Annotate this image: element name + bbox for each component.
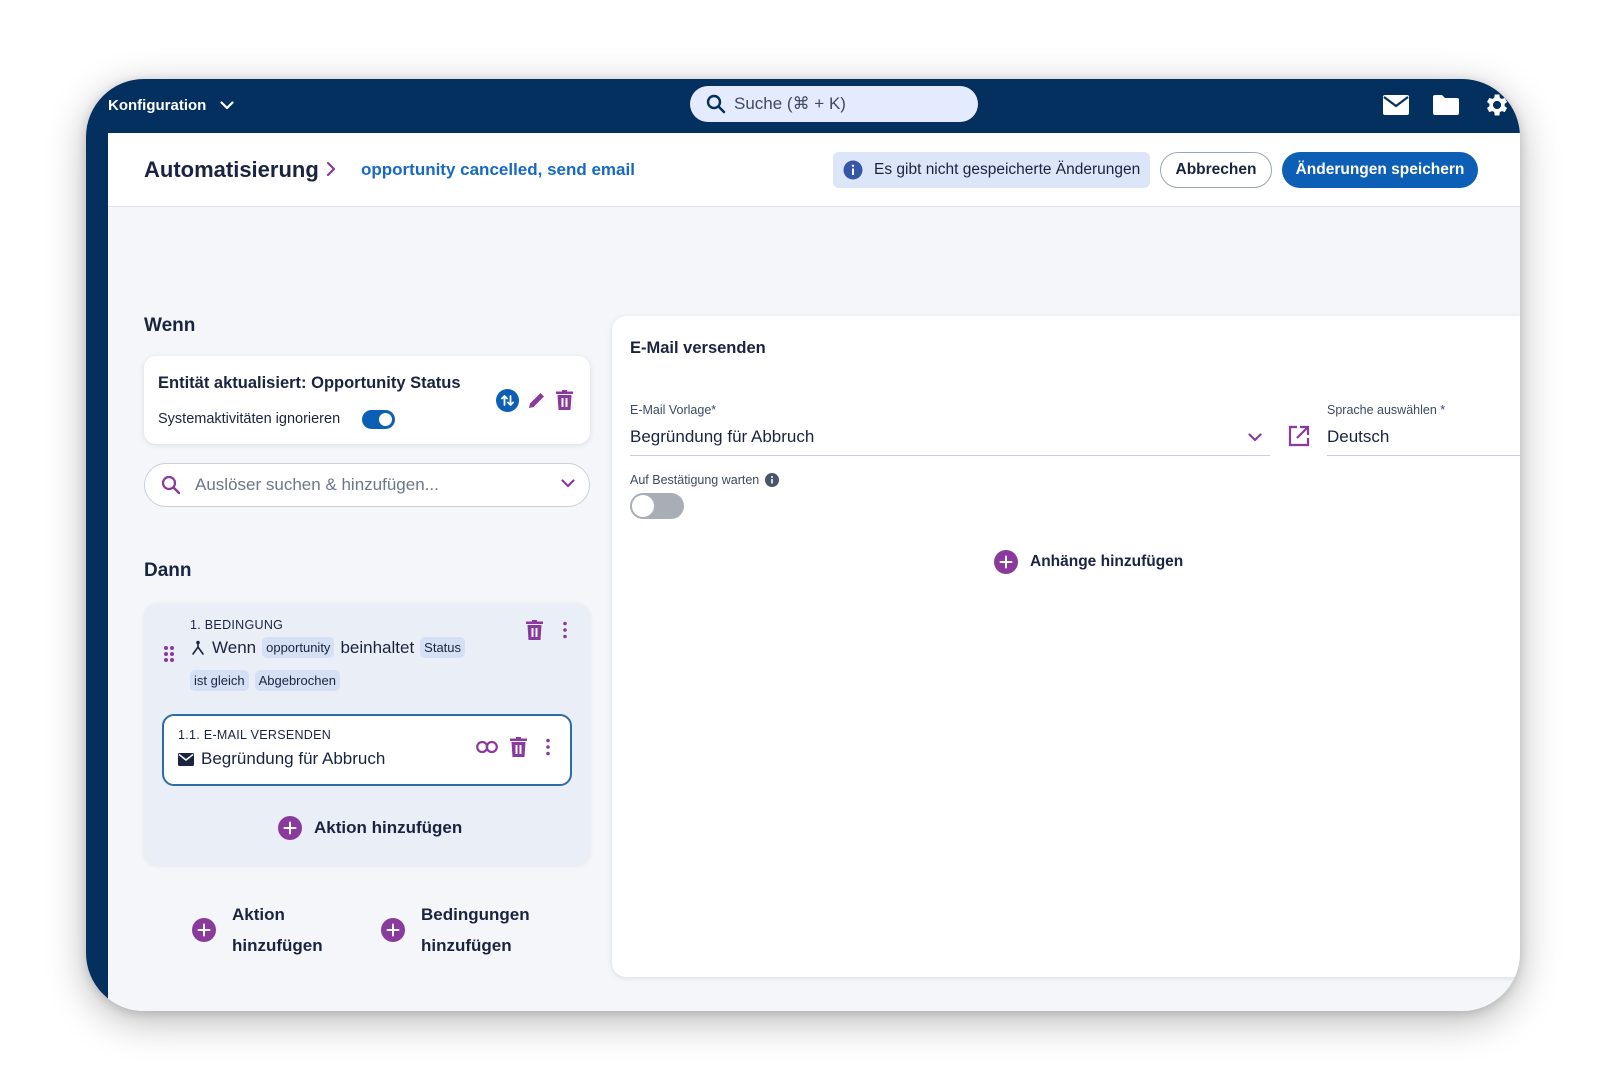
chevron-down-icon[interactable] — [561, 479, 575, 488]
page-header: Automatisierung opportunity cancelled, s… — [108, 133, 1520, 207]
plus-circle-icon — [994, 550, 1018, 574]
chevron-down-icon[interactable] — [1248, 433, 1262, 442]
template-select[interactable]: Begründung für Abbruch — [630, 427, 1270, 455]
language-label: Sprache auswählen * — [1327, 403, 1446, 417]
drag-handle-icon[interactable] — [163, 645, 175, 668]
open-external-icon[interactable] — [1288, 425, 1310, 447]
unsaved-changes-notice: Es gibt nicht gespeicherte Änderungen — [833, 152, 1151, 188]
trigger-title: Entität aktualisiert: Opportunity Status — [158, 374, 461, 392]
trigger-search-input[interactable] — [195, 475, 545, 495]
breadcrumb-current[interactable]: opportunity cancelled, send email — [361, 160, 635, 180]
main-content: Automatisierung opportunity cancelled, s… — [108, 133, 1520, 1011]
folder-icon[interactable] — [1432, 94, 1460, 116]
trash-icon[interactable] — [556, 390, 573, 410]
configuration-menu[interactable]: Konfiguration — [108, 97, 234, 114]
condition-word-contains: beinhaltet — [340, 637, 415, 657]
add-action-inner-button[interactable]: Aktion hinzufügen — [278, 816, 462, 840]
left-rail — [86, 133, 108, 1011]
language-select[interactable]: Deutsch — [1327, 427, 1517, 455]
template-label: E-Mail Vorlage* — [630, 403, 717, 417]
action-number: 1.1. E-MAIL VERSENDEN — [178, 728, 332, 742]
add-condition-label-2: hinzufügen — [421, 936, 512, 955]
search-icon — [706, 94, 726, 114]
condition-operator-chip[interactable]: ist gleich — [190, 670, 249, 691]
plus-circle-icon — [278, 816, 302, 840]
trash-icon[interactable] — [510, 737, 527, 757]
add-attachments-button[interactable]: Anhänge hinzufügen — [994, 550, 1183, 574]
condition-block: 1. BEDINGUNG Wenn opportunity beinhaltet… — [144, 603, 590, 865]
add-attachments-label: Anhänge hinzufügen — [1030, 553, 1184, 570]
edit-icon[interactable] — [526, 390, 547, 411]
link-icon[interactable] — [476, 740, 498, 754]
add-action-label-2: hinzufügen — [232, 936, 323, 955]
then-section-title: Dann — [144, 560, 192, 581]
global-search-input[interactable] — [734, 94, 954, 114]
more-options-icon[interactable] — [545, 738, 551, 756]
plus-circle-icon — [192, 918, 216, 942]
condition-entity-chip[interactable]: opportunity — [262, 637, 335, 658]
cancel-button[interactable]: Abbrechen — [1160, 152, 1272, 188]
condition-expression: Wenn opportunity beinhaltet Status — [190, 637, 466, 658]
condition-word-if: Wenn — [212, 637, 257, 657]
global-search[interactable] — [690, 86, 978, 122]
chevron-down-icon — [220, 101, 234, 110]
add-condition-label-1: Bedingungen — [421, 905, 530, 924]
ignore-system-toggle[interactable] — [362, 410, 395, 429]
chevron-right-icon — [326, 161, 336, 177]
unsaved-changes-text: Es gibt nicht gespeicherte Änderungen — [874, 161, 1141, 178]
template-underline — [630, 455, 1270, 456]
mail-icon[interactable] — [1382, 94, 1410, 116]
gear-icon[interactable] — [1482, 91, 1510, 119]
condition-number: 1. BEDINGUNG — [190, 618, 284, 632]
info-icon[interactable] — [765, 473, 780, 487]
page-title: Automatisierung — [144, 157, 319, 182]
wait-confirmation-label: Auf Bestätigung warten — [630, 473, 760, 487]
add-action-inner-label: Aktion hinzufügen — [314, 818, 463, 837]
trigger-card: Entität aktualisiert: Opportunity Status… — [144, 356, 590, 444]
sort-icon[interactable] — [496, 389, 519, 412]
configuration-menu-label: Konfiguration — [108, 97, 207, 114]
wait-confirmation-row: Auf Bestätigung warten — [630, 473, 780, 487]
email-action-card[interactable]: 1.1. E-MAIL VERSENDEN Begründung für Abb… — [162, 714, 572, 786]
ignore-system-label: Systemaktivitäten ignorieren — [158, 411, 341, 427]
plus-circle-icon — [381, 918, 405, 942]
add-action-label-1: Aktion — [232, 905, 285, 924]
add-action-button[interactable]: Aktion hinzufügen — [192, 899, 323, 961]
condition-field-chip[interactable]: Status — [420, 637, 466, 658]
more-options-icon[interactable] — [562, 621, 568, 639]
detail-title: E-Mail versenden — [630, 339, 766, 357]
app-window: Konfiguration Automatisierung opportunit… — [86, 79, 1520, 1011]
save-changes-button[interactable]: Änderungen speichern — [1282, 152, 1478, 188]
action-title-row: Begründung für Abbruch — [178, 749, 385, 769]
search-icon — [161, 475, 181, 495]
info-icon — [843, 160, 863, 180]
template-value: Begründung für Abbruch — [630, 427, 815, 446]
action-detail-panel: E-Mail versenden E-Mail Vorlage* Begründ… — [612, 316, 1520, 977]
top-bar: Konfiguration — [86, 79, 1520, 133]
wait-confirmation-toggle[interactable] — [630, 493, 684, 519]
trigger-search[interactable] — [144, 463, 590, 507]
branch-icon — [192, 640, 204, 655]
add-condition-button[interactable]: Bedingungen hinzufügen — [381, 899, 530, 961]
condition-value-chip[interactable]: Abgebrochen — [254, 670, 340, 691]
mail-icon — [178, 752, 194, 766]
language-value: Deutsch — [1327, 427, 1390, 446]
language-underline — [1327, 455, 1520, 456]
trash-icon[interactable] — [526, 620, 543, 640]
action-title: Begründung für Abbruch — [201, 749, 386, 768]
when-section-title: Wenn — [144, 315, 196, 336]
